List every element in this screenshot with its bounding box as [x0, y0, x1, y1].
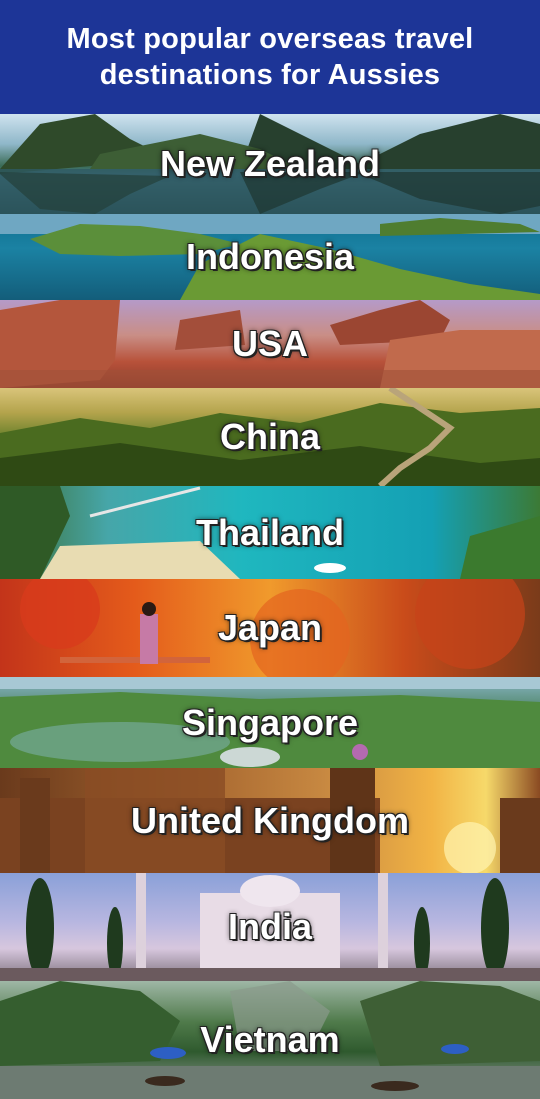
destination-band-india: India — [0, 873, 540, 981]
title-line-1: Most popular overseas travel — [66, 23, 474, 55]
destination-band-usa: USA — [0, 300, 540, 388]
destination-band-thailand: Thailand — [0, 486, 540, 579]
destination-label: Indonesia — [185, 236, 355, 277]
title-banner: Most popular overseas travel destination… — [0, 0, 540, 114]
destination-label: Thailand — [195, 511, 344, 553]
destination-band-japan: Japan — [0, 579, 540, 677]
destination-band-vietnam: Vietnam — [0, 981, 540, 1099]
destination-band-china: China — [0, 388, 540, 486]
destination-label: United Kingdom — [131, 799, 409, 841]
destination-band-new-zealand: New Zealand — [0, 114, 540, 214]
destination-band-united-kingdom: United Kingdom — [0, 768, 540, 873]
destination-label: USA — [231, 323, 308, 364]
destination-label: Japan — [217, 607, 323, 648]
destination-band-singapore: Singapore — [0, 677, 540, 768]
destination-label: India — [227, 906, 312, 947]
destination-band-indonesia: Indonesia — [0, 214, 540, 300]
destination-label: Vietnam — [200, 1019, 340, 1060]
destination-label: Singapore — [181, 701, 359, 743]
infographic: Most popular overseas travel destination… — [0, 0, 540, 1099]
destination-label: New Zealand — [159, 143, 381, 184]
title-line-2: destinations for Aussies — [99, 59, 441, 91]
page-title: Most popular overseas travel destination… — [67, 21, 474, 93]
destination-label: China — [219, 416, 320, 457]
